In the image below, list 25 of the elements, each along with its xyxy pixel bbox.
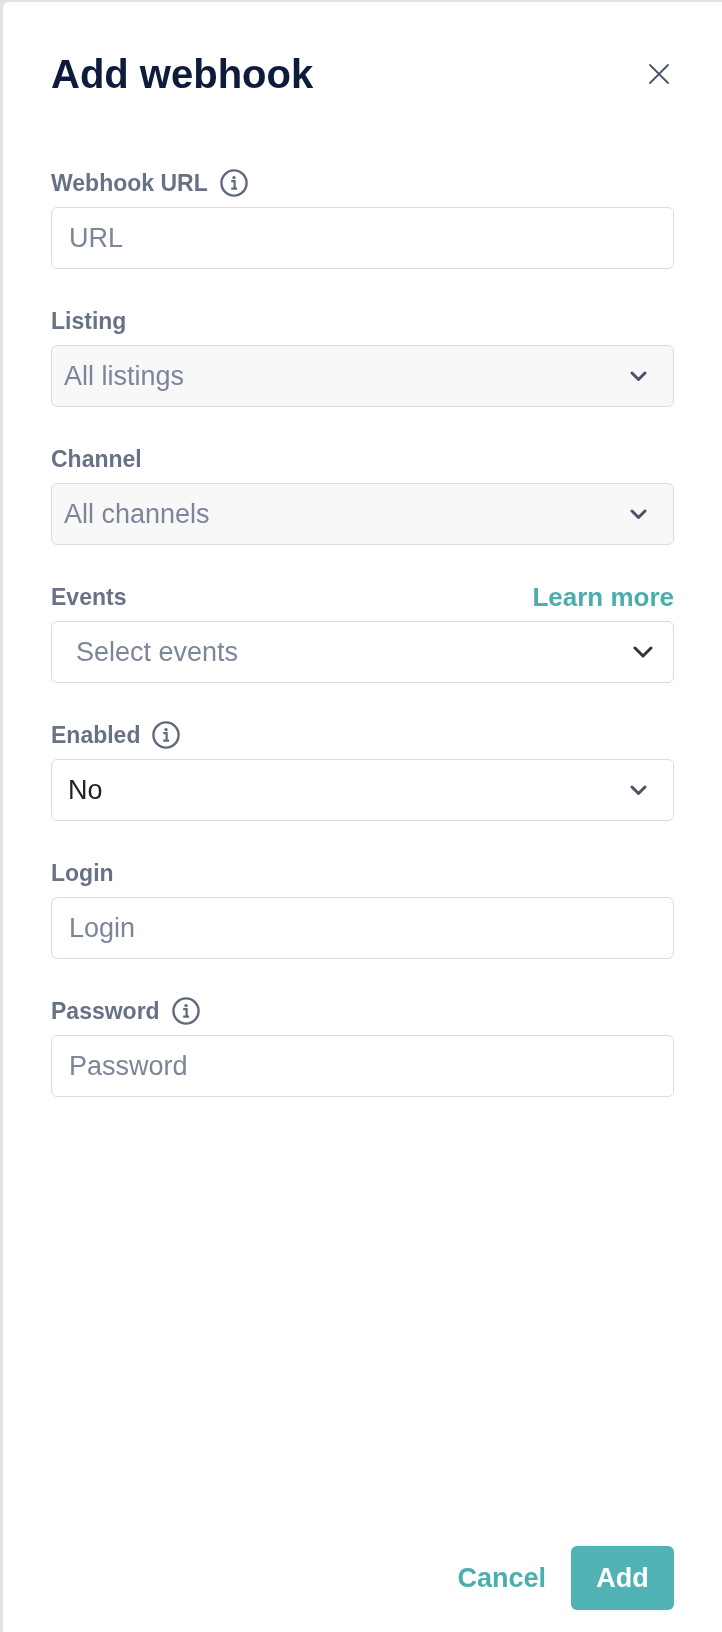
field-label: Webhook URL [51, 169, 208, 198]
chevron-down-icon [630, 508, 647, 520]
dialog-title: Add webhook [51, 51, 314, 98]
field-label: Channel [51, 445, 142, 474]
chevron-down-icon [630, 784, 647, 796]
chevron-down-icon [633, 646, 653, 658]
field-label: Password [51, 997, 160, 1026]
learn-more-link[interactable]: Learn more [532, 581, 674, 613]
password-input-field[interactable]: Password [51, 1035, 674, 1097]
field-label: Login [51, 859, 114, 888]
multi-select-dropdown[interactable]: Select events [51, 621, 674, 683]
field-label: Enabled [51, 721, 141, 750]
info-icon[interactable] [219, 169, 248, 197]
field-label: Listing [51, 307, 127, 336]
text-input-field[interactable]: URL [51, 207, 674, 269]
text-input-field[interactable]: Login [51, 897, 674, 959]
info-icon[interactable] [171, 997, 200, 1025]
chevron-down-icon [630, 370, 647, 382]
field-label: Events [51, 583, 127, 612]
submit-button[interactable]: Add [571, 1546, 674, 1610]
dropdown-select[interactable]: No [51, 759, 674, 821]
close-button[interactable] [649, 64, 669, 84]
info-icon[interactable] [152, 721, 181, 749]
cancel-button[interactable]: Cancel [444, 1546, 559, 1610]
close-icon [649, 64, 669, 84]
